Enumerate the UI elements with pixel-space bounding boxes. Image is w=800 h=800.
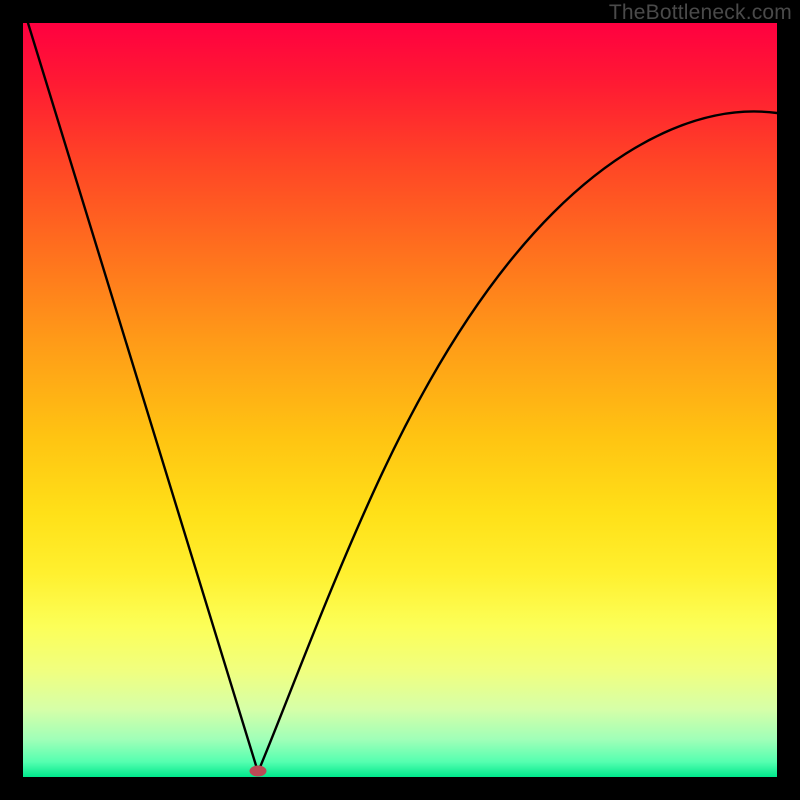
chart-frame: TheBottleneck.com	[0, 0, 800, 800]
curve-path	[28, 23, 777, 772]
watermark-label: TheBottleneck.com	[609, 1, 792, 25]
minimum-marker	[250, 766, 267, 777]
plot-area	[23, 23, 777, 777]
bottleneck-curve	[23, 23, 777, 777]
